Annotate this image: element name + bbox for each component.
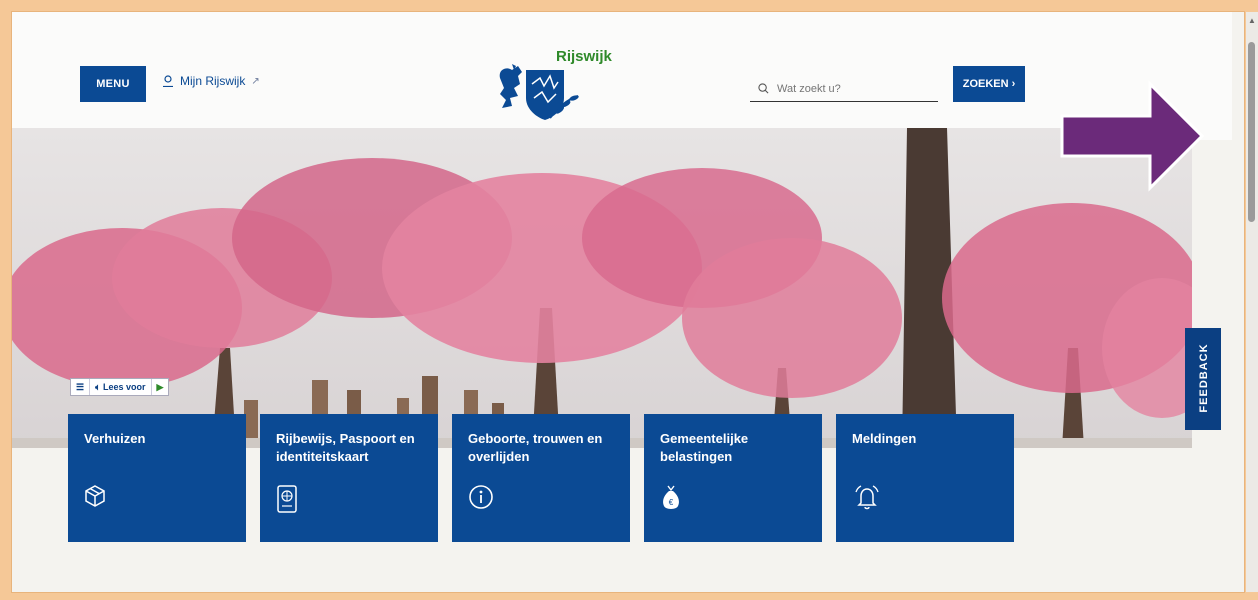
- search-icon: [758, 83, 769, 94]
- user-icon: [163, 75, 173, 87]
- card-rijbewijs[interactable]: Rijbewijs, Paspoort en identiteitskaart: [260, 414, 438, 542]
- menu-button[interactable]: MENU: [80, 66, 146, 102]
- readspeaker-bar: ☰ 🔈︎ Lees voor ▶: [70, 378, 170, 396]
- bell-icon: [855, 485, 879, 510]
- card-meldingen[interactable]: Meldingen: [836, 414, 1014, 542]
- scrollbar[interactable]: ▲: [1246, 12, 1258, 592]
- lees-voor-label: Lees voor: [103, 382, 146, 392]
- card-belastingen[interactable]: Gemeentelijke belastingen €: [644, 414, 822, 542]
- card-geboorte[interactable]: Geboorte, trouwen en overlijden: [452, 414, 630, 542]
- mijn-rijswijk-link[interactable]: Mijn Rijswijk ↗: [162, 74, 260, 88]
- card-title: Geboorte, trouwen en overlijden: [468, 431, 603, 464]
- play-icon[interactable]: ▶: [152, 379, 169, 395]
- passport-icon: [277, 485, 297, 513]
- money-bag-icon: €: [663, 485, 679, 509]
- card-title: Gemeentelijke belastingen: [660, 431, 749, 464]
- mijn-rijswijk-label: Mijn Rijswijk: [180, 74, 246, 88]
- search-field[interactable]: [750, 76, 938, 102]
- service-cards: Verhuizen Rijbewijs, Paspoort en identit…: [68, 414, 1014, 542]
- info-icon: [469, 485, 493, 509]
- lees-voor-button[interactable]: 🔈︎ Lees voor: [90, 379, 152, 395]
- speaker-icon: 🔈︎: [95, 381, 101, 392]
- feedback-label: FEEDBACK: [1198, 343, 1210, 413]
- svg-text:€: €: [669, 498, 674, 507]
- box-icon: [85, 485, 105, 507]
- rijswijk-logo[interactable]: [492, 48, 632, 128]
- card-title: Rijbewijs, Paspoort en identiteitskaart: [276, 431, 415, 464]
- card-title: Verhuizen: [84, 431, 146, 446]
- site-header: MENU Mijn Rijswijk ↗ Rijswijk ZOEKEN ›: [12, 12, 1232, 140]
- search-input[interactable]: [777, 82, 927, 95]
- hamburger-icon[interactable]: ☰: [71, 379, 91, 395]
- search-button[interactable]: ZOEKEN ›: [953, 66, 1025, 102]
- scrollbar-thumb[interactable]: [1248, 42, 1255, 222]
- external-link-icon: ↗: [251, 75, 260, 87]
- scroll-up-icon[interactable]: ▲: [1248, 16, 1256, 25]
- card-verhuizen[interactable]: Verhuizen: [68, 414, 246, 542]
- annotation-arrow: [1060, 80, 1205, 192]
- feedback-button[interactable]: FEEDBACK: [1185, 328, 1221, 430]
- hero-image-cherry-blossoms: [12, 128, 1192, 448]
- card-title: Meldingen: [852, 431, 917, 446]
